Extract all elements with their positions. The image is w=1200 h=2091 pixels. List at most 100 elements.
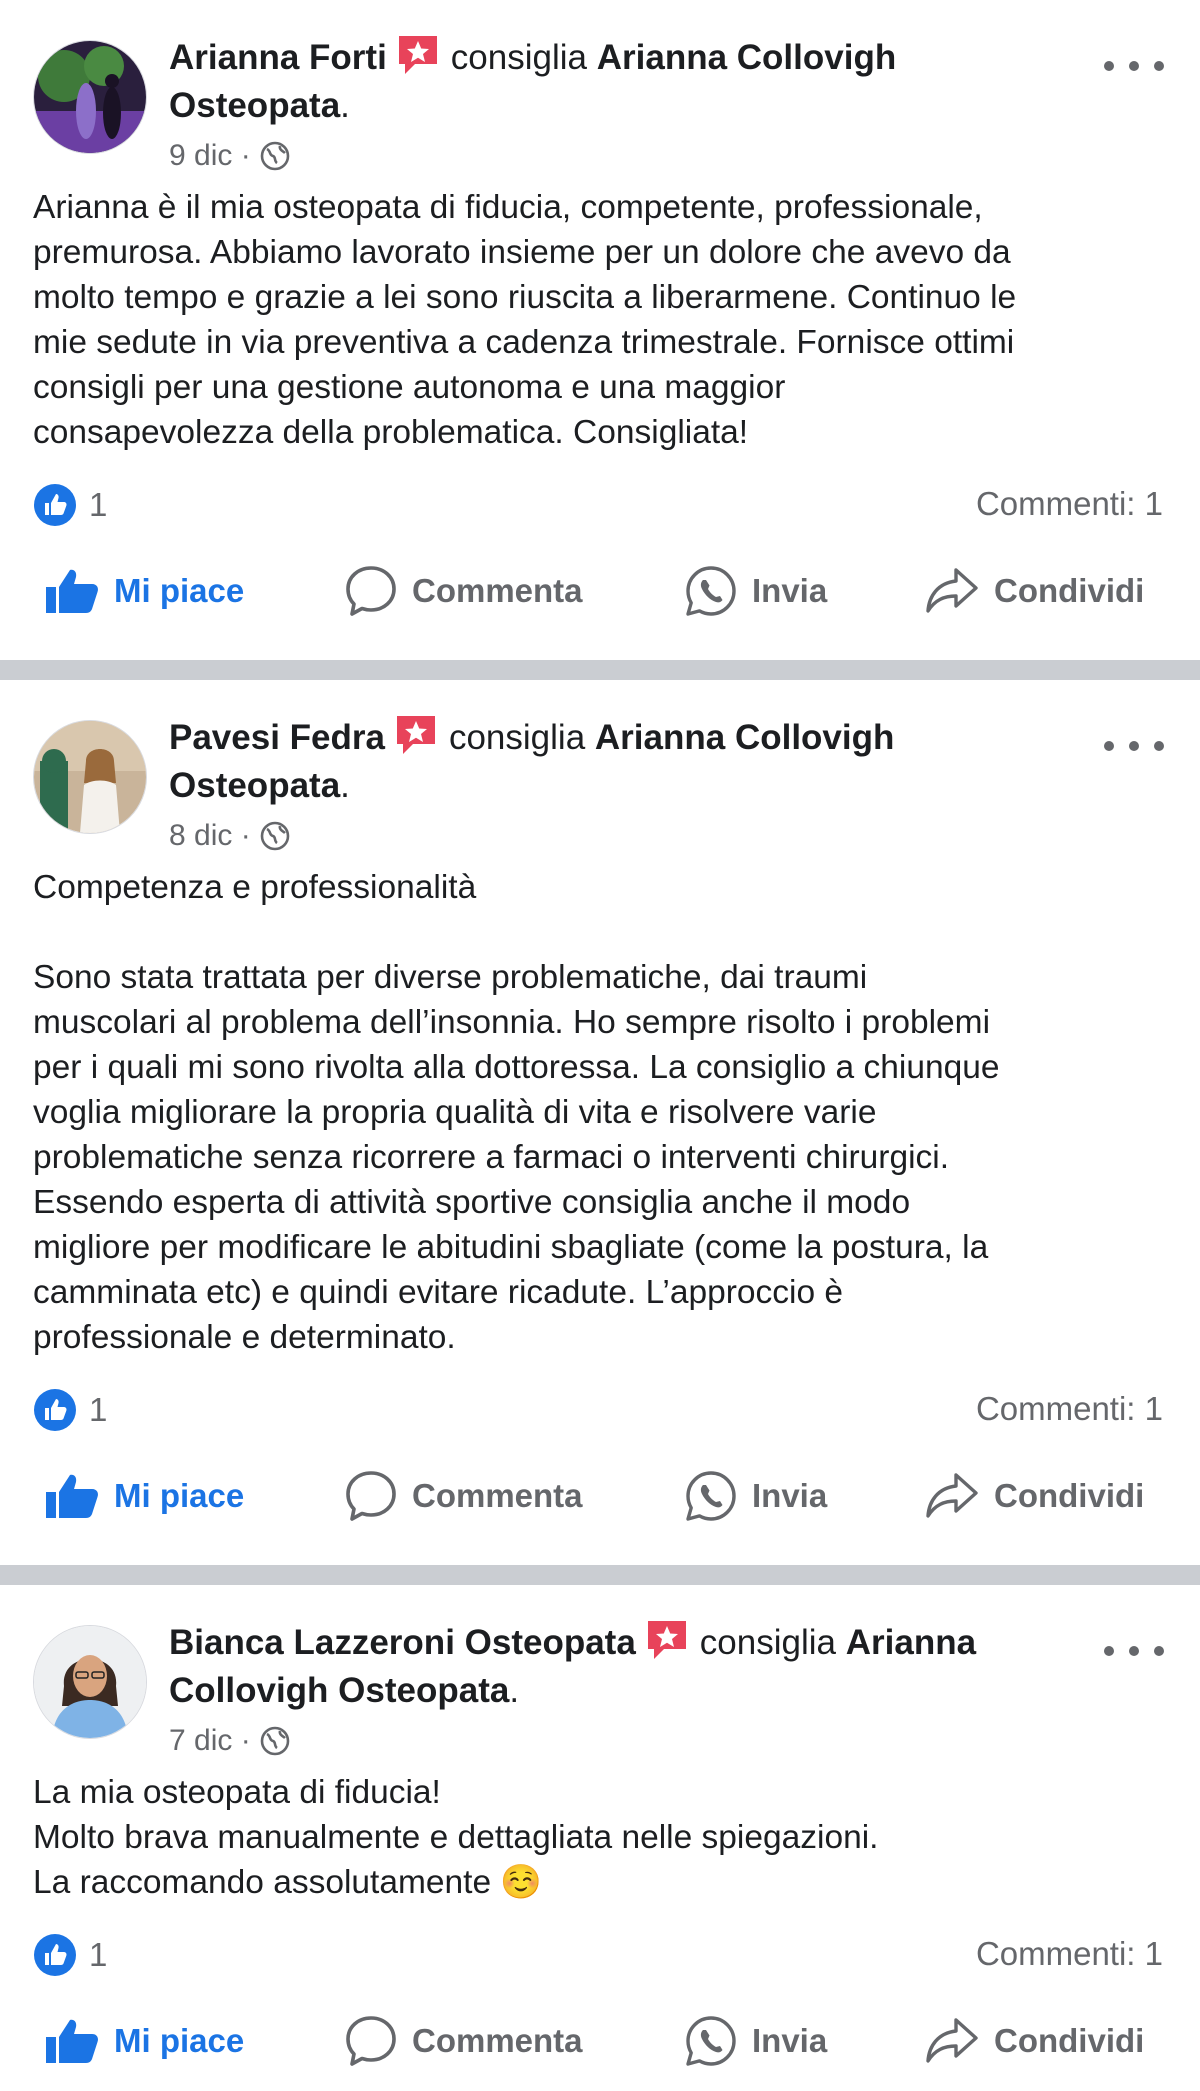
action-bar: Mi piace Commenta Invia Condividi <box>0 541 1200 641</box>
reaction-summary: 1 Commenti: 1 <box>0 471 1200 541</box>
send-label: Invia <box>752 2022 828 2059</box>
comment-count[interactable]: Commenti: 1 <box>976 1390 1163 1428</box>
recommend-verb: consiglia <box>448 718 586 757</box>
send-button[interactable]: Invia <box>684 541 827 641</box>
thumbs-up-icon <box>46 2019 98 2063</box>
recommend-star-flag-icon <box>398 36 437 74</box>
comment-button[interactable]: Commenta <box>344 1991 583 2091</box>
thumbs-up-bubble-icon <box>34 1934 76 1976</box>
globe-icon <box>260 141 290 171</box>
like-label: Mi piace <box>114 2022 245 2059</box>
recommend-verb: consiglia <box>699 1623 836 1662</box>
post-body: Competenza e professionalità Sono stata … <box>33 869 1000 1356</box>
reaction-summary: 1 Commenti: 1 <box>0 1376 1200 1446</box>
more-dots-icon[interactable] <box>1104 726 1164 766</box>
recommend-verb: consiglia <box>450 38 587 77</box>
recommend-star-flag-icon <box>396 716 435 754</box>
post-body: La mia osteopata di fiducia! Molto brava… <box>33 1774 879 1901</box>
post-meta: 7 dic · <box>169 1721 1069 1761</box>
post-header: Pavesi Fedra consiglia Arianna Collovigh … <box>0 680 1200 865</box>
send-label: Invia <box>752 1477 828 1514</box>
share-button[interactable]: Condividi <box>924 1991 1144 2091</box>
post-card: Pavesi Fedra consiglia Arianna Collovigh … <box>0 680 1200 1565</box>
like-count-number: 1 <box>89 486 108 523</box>
meta-separator: · <box>240 819 251 852</box>
comment-label: Commenta <box>412 2022 583 2059</box>
speech-bubble-icon <box>346 2016 396 2066</box>
send-button[interactable]: Invia <box>684 1446 827 1546</box>
avatar-photo <box>34 41 146 153</box>
target-suffix: . <box>340 766 350 805</box>
whatsapp-icon <box>686 1471 736 1521</box>
post-header-text: Arianna Forti consiglia Arianna Collovigh… <box>169 32 1069 176</box>
whatsapp-icon <box>686 566 736 616</box>
like-button[interactable]: Mi piace <box>44 541 244 641</box>
share-button[interactable]: Condividi <box>924 1446 1144 1546</box>
post-header-text: Bianca Lazzeroni Osteopata consiglia Aria… <box>169 1617 1069 1761</box>
comment-button[interactable]: Commenta <box>344 541 583 641</box>
avatar-photo <box>34 721 146 833</box>
post-date[interactable]: 9 dic <box>169 139 232 172</box>
globe-icon <box>260 821 290 851</box>
comment-count[interactable]: Commenti: 1 <box>976 1935 1163 1973</box>
like-label: Mi piace <box>114 572 245 609</box>
like-count-number: 1 <box>89 1936 108 1973</box>
like-label: Mi piace <box>114 1477 245 1514</box>
post-date[interactable]: 7 dic <box>169 1724 232 1757</box>
like-count[interactable]: 1 <box>33 1388 107 1432</box>
send-label: Invia <box>752 572 828 609</box>
post-header: Bianca Lazzeroni Osteopata consiglia Aria… <box>0 1585 1200 1770</box>
globe-icon <box>260 1726 290 1756</box>
send-button[interactable]: Invia <box>684 1991 827 2091</box>
author-name[interactable]: Bianca Lazzeroni Osteopata <box>169 1623 636 1662</box>
whatsapp-icon <box>686 2016 736 2066</box>
like-button[interactable]: Mi piace <box>44 1446 244 1546</box>
avatar[interactable] <box>33 40 147 154</box>
comment-count[interactable]: Commenti: 1 <box>976 485 1163 523</box>
thumbs-up-icon <box>46 1474 98 1518</box>
like-count[interactable]: 1 <box>33 483 107 527</box>
speech-bubble-icon <box>346 566 396 616</box>
share-button[interactable]: Condividi <box>924 541 1144 641</box>
share-arrow-icon <box>926 2018 978 2063</box>
comment-button[interactable]: Commenta <box>344 1446 583 1546</box>
post-meta: 8 dic · <box>169 816 1069 856</box>
thumbs-up-bubble-icon <box>34 484 76 526</box>
post-meta: 9 dic · <box>169 136 1069 176</box>
avatar[interactable] <box>33 720 147 834</box>
share-label: Condividi <box>994 1477 1145 1514</box>
share-label: Condividi <box>994 572 1145 609</box>
meta-separator: · <box>240 1724 251 1757</box>
post-card: Arianna Forti consiglia Arianna Collovigh… <box>0 0 1200 660</box>
post-card: Bianca Lazzeroni Osteopata consiglia Aria… <box>0 1585 1200 2085</box>
thumbs-up-icon <box>46 569 98 613</box>
post-divider <box>0 1565 1200 1585</box>
action-bar: Mi piace Commenta Invia Condividi <box>0 1446 1200 1546</box>
post-header-text: Pavesi Fedra consiglia Arianna Collovigh … <box>169 712 1069 856</box>
share-arrow-icon <box>926 1473 978 1518</box>
meta-separator: · <box>240 139 251 172</box>
action-bar: Mi piace Commenta Invia Condividi <box>0 1991 1200 2091</box>
comment-label: Commenta <box>412 572 583 609</box>
like-count-number: 1 <box>89 1391 108 1428</box>
recommend-star-flag-icon <box>647 1621 686 1659</box>
author-name[interactable]: Pavesi Fedra <box>169 718 385 757</box>
avatar[interactable] <box>33 1625 147 1739</box>
author-name[interactable]: Arianna Forti <box>169 38 387 77</box>
speech-bubble-icon <box>346 1471 396 1521</box>
avatar-photo <box>34 1626 146 1738</box>
post-header: Arianna Forti consiglia Arianna Collovigh… <box>0 0 1200 185</box>
like-count[interactable]: 1 <box>33 1933 107 1977</box>
reaction-summary: 1 Commenti: 1 <box>0 1921 1200 1991</box>
like-button[interactable]: Mi piace <box>44 1991 244 2091</box>
more-dots-icon[interactable] <box>1104 1631 1164 1671</box>
target-suffix: . <box>340 86 350 125</box>
target-suffix: . <box>509 1671 520 1710</box>
post-body: Arianna è il mia osteopata di fiducia, c… <box>33 189 1017 451</box>
share-label: Condividi <box>994 2022 1145 2059</box>
thumbs-up-bubble-icon <box>34 1389 76 1431</box>
post-date[interactable]: 8 dic <box>169 819 232 852</box>
share-arrow-icon <box>926 568 978 613</box>
more-dots-icon[interactable] <box>1104 46 1164 86</box>
comment-label: Commenta <box>412 1477 583 1514</box>
